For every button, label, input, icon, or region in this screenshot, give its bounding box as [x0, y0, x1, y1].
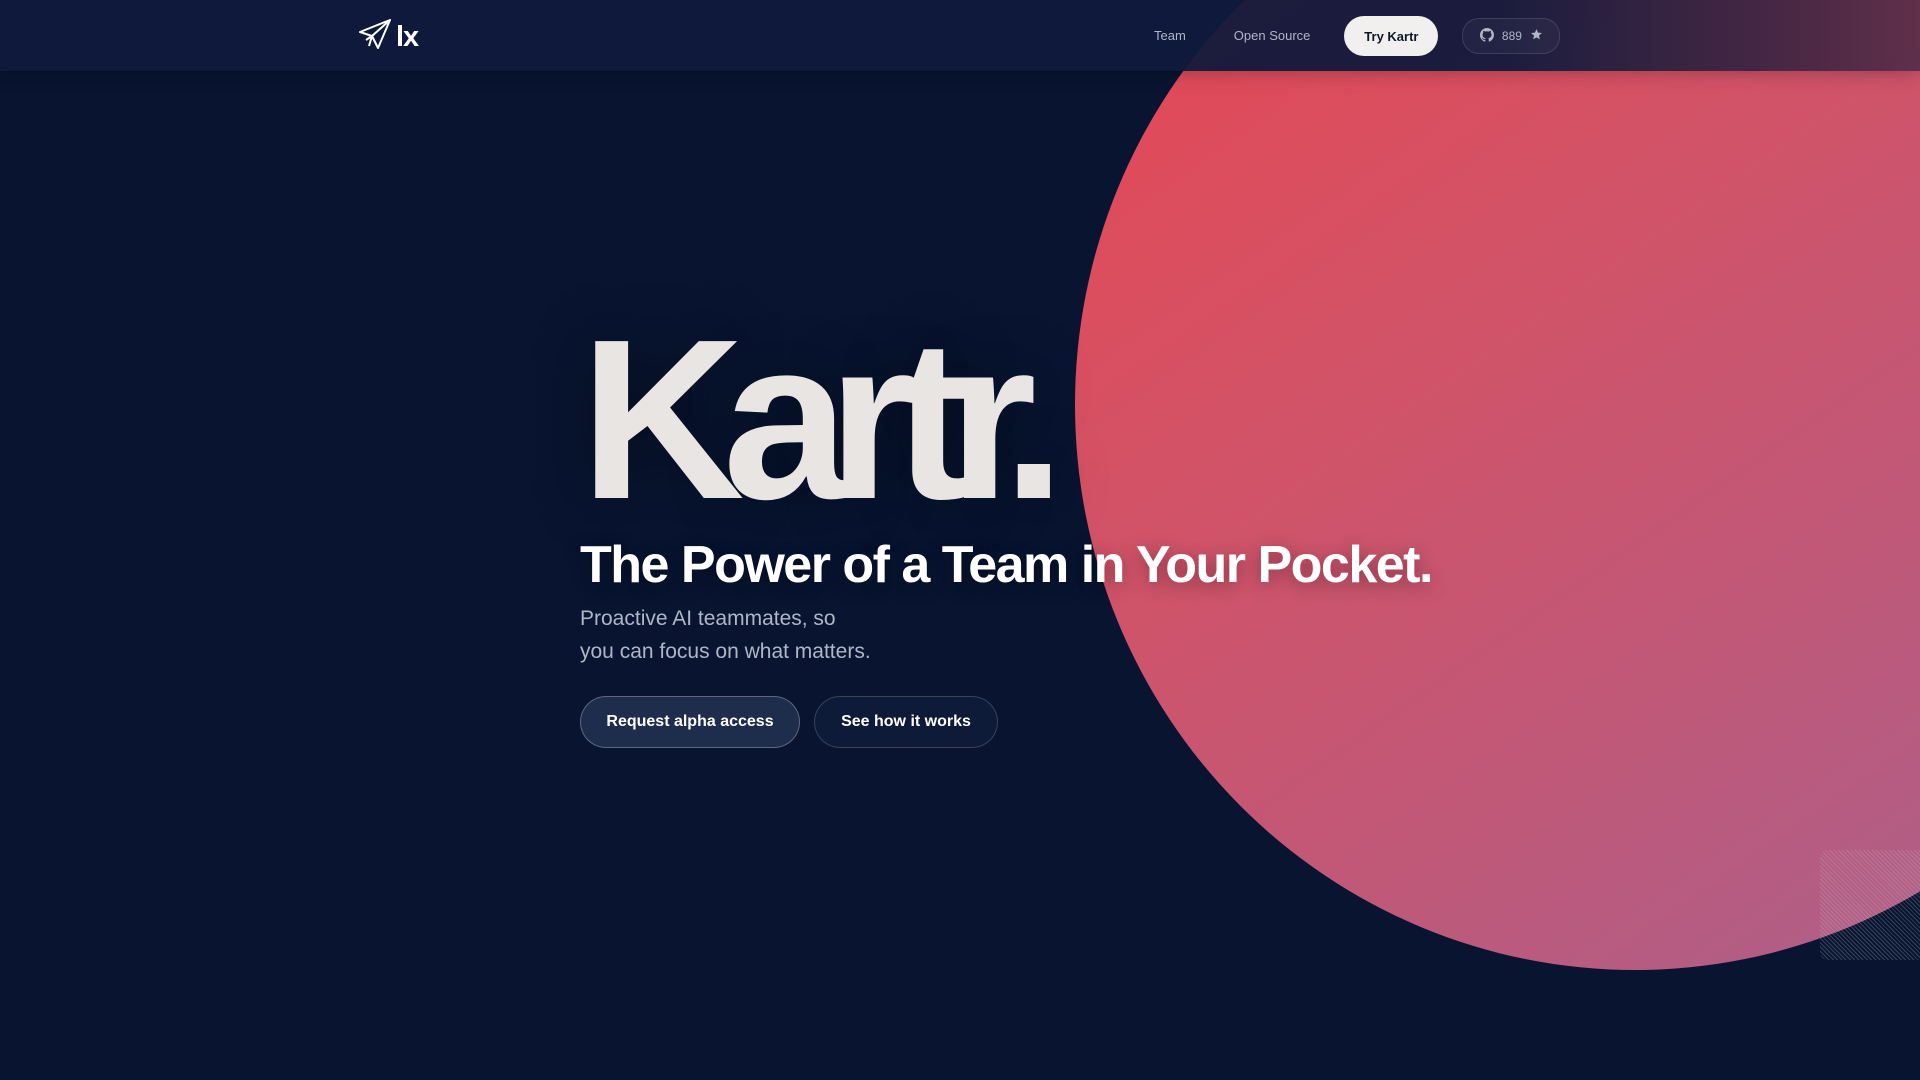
- request-alpha-access-button[interactable]: Request alpha access: [580, 696, 800, 748]
- gradient-orb: [1075, 0, 1920, 970]
- navbar-fade: [1500, 0, 1920, 71]
- see-how-it-works-button[interactable]: See how it works: [814, 696, 998, 748]
- github-stars-badge[interactable]: 889: [1462, 18, 1561, 54]
- hero-cta-row: Request alpha access See how it works: [580, 696, 998, 748]
- github-icon: [1479, 27, 1494, 45]
- hero-subtext-line-1: Proactive AI teammates, so: [580, 607, 836, 630]
- hero-subtext-line-2: you can focus on what matters.: [580, 640, 871, 663]
- landing-page: lx Team Open Source Try Kartr 889 Kartr.…: [0, 0, 1920, 1080]
- hero-tagline: The Power of a Team in Your Pocket.: [580, 536, 1433, 594]
- hero-subtext: Proactive AI teammates, so you can focus…: [580, 602, 940, 668]
- nav-links: Team Open Source Try Kartr 889: [1130, 16, 1561, 56]
- nav-link-team[interactable]: Team: [1130, 16, 1210, 56]
- logo-text: lx: [396, 20, 419, 53]
- try-kartr-button[interactable]: Try Kartr: [1344, 16, 1439, 56]
- orb-texture: [1820, 850, 1920, 960]
- github-star-count: 889: [1501, 29, 1522, 43]
- nav-link-open-source[interactable]: Open Source: [1210, 16, 1335, 56]
- hero-title: Kartr.: [580, 293, 1066, 547]
- paper-plane-icon: [358, 18, 392, 55]
- brand-logo[interactable]: lx: [358, 18, 419, 55]
- star-icon: [1530, 28, 1543, 44]
